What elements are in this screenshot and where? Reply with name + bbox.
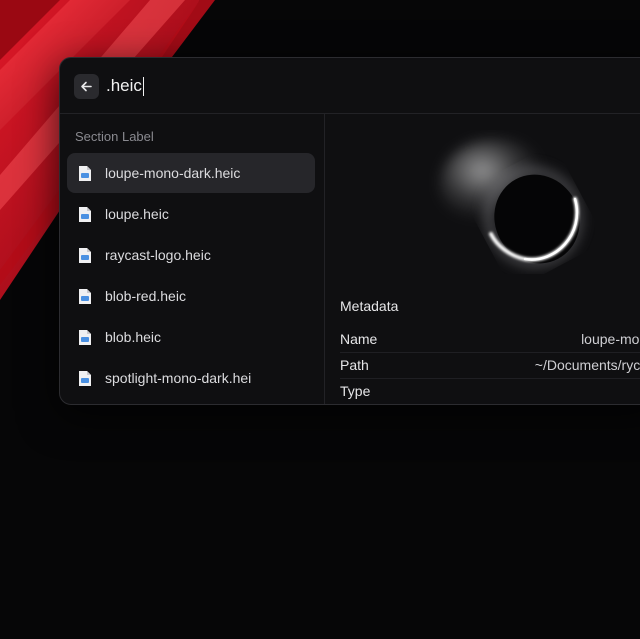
file-image-icon xyxy=(79,288,91,304)
results-list: Section Label loupe-mono-dark.heic loupe… xyxy=(60,114,325,404)
metadata-row-type: Type xyxy=(340,379,640,404)
file-image-icon xyxy=(79,370,91,386)
list-item-label: blob-red.heic xyxy=(105,288,186,304)
list-item[interactable]: loupe.heic xyxy=(67,194,315,234)
detail-pane: Metadata Name loupe-mono Path ~/Document… xyxy=(325,114,640,404)
metadata-key: Type xyxy=(340,383,371,399)
search-bar: .heic xyxy=(60,58,640,114)
section-label: Section Label xyxy=(75,129,154,144)
metadata-key: Path xyxy=(340,357,369,373)
metadata-title: Metadata xyxy=(340,298,399,314)
file-image-icon xyxy=(79,206,91,222)
list-item[interactable]: loupe-mono-dark.heic xyxy=(67,153,315,193)
search-query: .heic xyxy=(106,76,142,95)
search-input[interactable]: .heic xyxy=(106,72,506,100)
arrow-left-icon xyxy=(81,81,92,92)
file-image-icon xyxy=(79,329,91,345)
list-item-label: spotlight-mono-dark.hei xyxy=(105,370,252,386)
list-item-label: blob.heic xyxy=(105,329,162,345)
list-item[interactable]: raycast-logo.heic xyxy=(67,235,315,275)
list-item[interactable]: blob.heic xyxy=(67,317,315,357)
image-preview xyxy=(440,139,583,268)
metadata-row-path: Path ~/Documents/rycst/ xyxy=(340,353,640,379)
back-button[interactable] xyxy=(74,74,99,99)
desktop: .heic Section Label loupe-mono-dark.heic xyxy=(0,0,640,639)
text-caret xyxy=(142,76,144,96)
metadata-key: Name xyxy=(340,331,378,347)
list-item-label: loupe.heic xyxy=(105,206,169,222)
file-image-icon xyxy=(79,247,91,263)
list-item-label: loupe-mono-dark.heic xyxy=(105,165,241,181)
launcher-window: .heic Section Label loupe-mono-dark.heic xyxy=(59,57,640,405)
list-item-label: raycast-logo.heic xyxy=(105,247,211,263)
metadata-row-name: Name loupe-mono xyxy=(340,327,640,353)
list-item[interactable]: blob-red.heic xyxy=(67,276,315,316)
metadata-value: ~/Documents/rycst/ xyxy=(534,357,640,373)
list-item[interactable]: spotlight-mono-dark.hei xyxy=(67,358,315,398)
file-image-icon xyxy=(79,165,91,181)
metadata-value: loupe-mono xyxy=(581,331,640,347)
